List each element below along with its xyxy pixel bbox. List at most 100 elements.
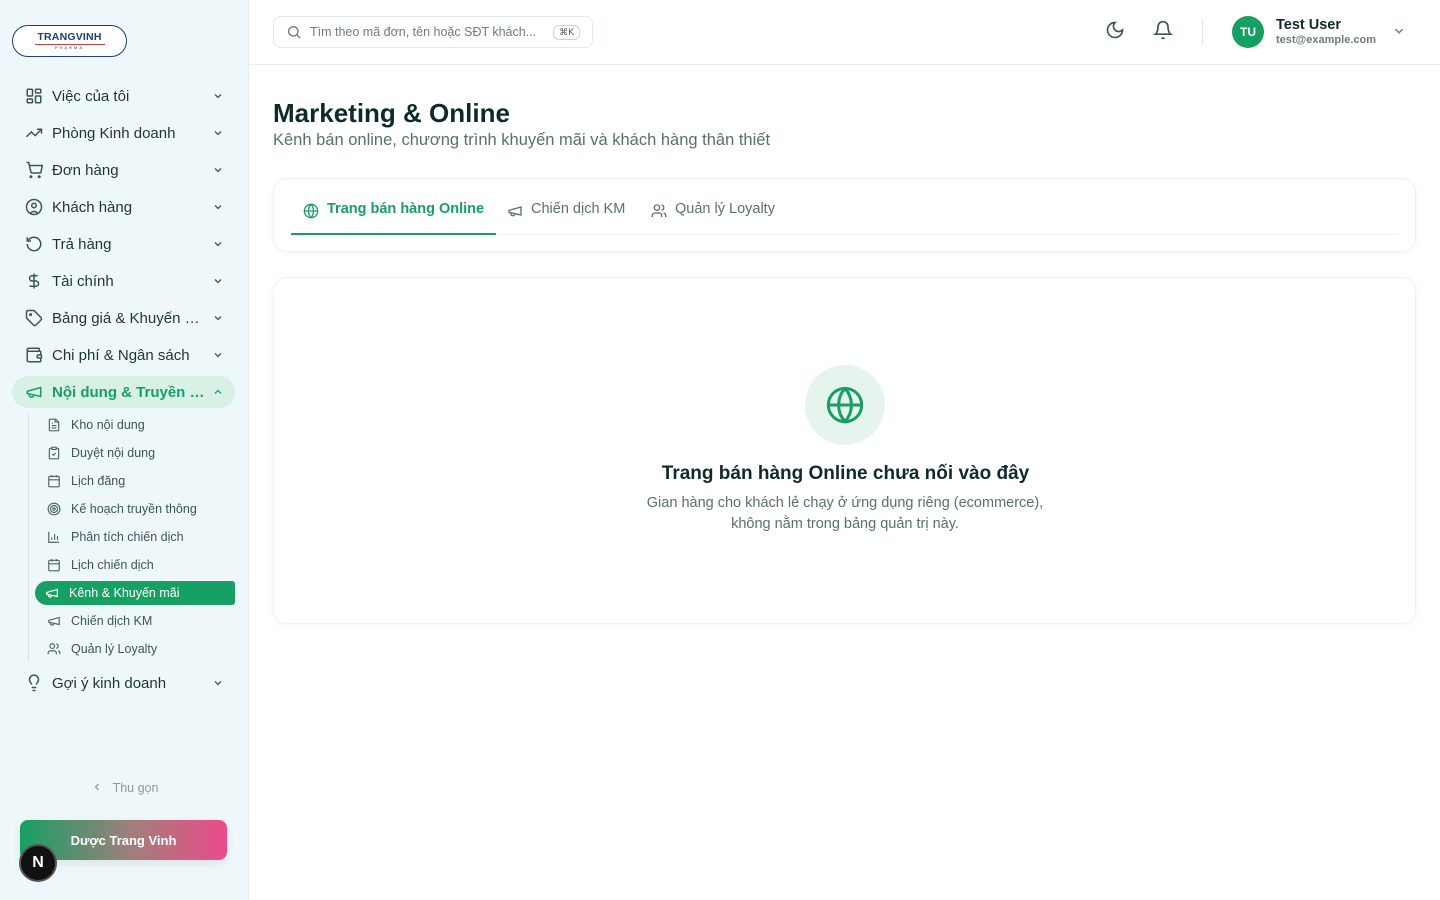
sidebar-item-don-hang[interactable]: Đơn hàng bbox=[12, 154, 235, 186]
sidebar-item-label: Phòng Kinh doanh bbox=[52, 124, 176, 142]
target-icon bbox=[47, 502, 61, 516]
megaphone-icon bbox=[507, 203, 523, 219]
sidebar-item-label: Nội dung & Truyền thông bbox=[52, 383, 205, 401]
sidebar-item-chi-phi[interactable]: Chi phí & Ngân sách bbox=[12, 339, 235, 371]
sidebar-item-label: Bảng giá & Khuyến mãi bbox=[52, 309, 205, 327]
file-text-icon bbox=[47, 418, 61, 432]
chevron-down-icon bbox=[211, 274, 225, 288]
grid-icon bbox=[24, 86, 44, 106]
notifications-button[interactable] bbox=[1151, 20, 1175, 44]
topbar: ⌘K TU Test User test@example.com bbox=[249, 0, 1440, 65]
sidebar-item-bang-gia[interactable]: Bảng giá & Khuyến mãi bbox=[12, 302, 235, 334]
user-circle-icon bbox=[24, 197, 44, 217]
tab-label: Chiến dịch KM bbox=[531, 201, 626, 217]
subnav-item-loyalty[interactable]: Quản lý Loyalty bbox=[37, 637, 235, 661]
users-icon bbox=[47, 642, 61, 656]
sidebar-subnav: Kho nội dung Duyệt nội dung Lịch đăng Kế… bbox=[28, 413, 235, 661]
subnav-item-label: Chiến dịch KM bbox=[71, 614, 153, 628]
megaphone-icon bbox=[47, 614, 61, 628]
sidebar-item-label: Khách hàng bbox=[52, 198, 133, 216]
tag-icon bbox=[24, 308, 44, 328]
search-box: ⌘K bbox=[273, 16, 593, 48]
search-icon bbox=[286, 24, 302, 40]
subnav-item-lich-dang[interactable]: Lịch đăng bbox=[37, 469, 235, 493]
sidebar-item-goi-y[interactable]: Gợi ý kinh doanh bbox=[12, 667, 235, 699]
tab-quan-ly-loyalty[interactable]: Quản lý Loyalty bbox=[639, 201, 787, 235]
sidebar-item-label: Chi phí & Ngân sách bbox=[52, 346, 190, 364]
subnav-item-label: Kênh & Khuyến mãi bbox=[69, 586, 180, 600]
chevron-up-icon bbox=[211, 385, 225, 399]
collapse-sidebar-button[interactable]: Thu gọn bbox=[0, 778, 249, 798]
megaphone-icon bbox=[45, 586, 59, 600]
dev-tools-badge[interactable]: N bbox=[19, 844, 57, 882]
empty-state-card: Trang bán hàng Online chưa nối vào đây G… bbox=[273, 277, 1416, 624]
sidebar-item-viec-cua-toi[interactable]: Việc của tôi bbox=[12, 80, 235, 112]
subnav-item-label: Lịch chiến dịch bbox=[71, 558, 154, 572]
globe-icon bbox=[303, 203, 319, 219]
chevron-down-icon bbox=[211, 311, 225, 325]
brand-logo-name: TRANGVINH bbox=[37, 31, 102, 43]
avatar[interactable]: TU bbox=[1232, 16, 1264, 48]
chevron-down-icon bbox=[211, 237, 225, 251]
sidebar-item-label: Gợi ý kinh doanh bbox=[52, 674, 167, 692]
page-title: Marketing & Online bbox=[273, 98, 510, 128]
bell-icon bbox=[1152, 20, 1174, 45]
empty-state-description: Gian hàng cho khách lẻ chạy ở ứng dụng r… bbox=[646, 495, 1044, 532]
lightbulb-icon bbox=[24, 673, 44, 693]
tab-chien-dich-km[interactable]: Chiến dịch KM bbox=[495, 201, 637, 235]
subnav-item-duyet-noi-dung[interactable]: Duyệt nội dung bbox=[37, 441, 235, 465]
sidebar-item-tai-chinh[interactable]: Tài chính bbox=[12, 265, 235, 297]
sidebar-item-label: Đơn hàng bbox=[52, 161, 119, 179]
tab-label: Quản lý Loyalty bbox=[675, 201, 775, 217]
calendar-icon bbox=[47, 474, 61, 488]
chevron-down-icon bbox=[211, 163, 225, 177]
tabs-card: Trang bán hàng Online Chiến dịch KM Quản… bbox=[273, 178, 1416, 252]
subnav-item-chien-dich-km[interactable]: Chiến dịch KM bbox=[37, 609, 235, 633]
rotate-ccw-icon bbox=[24, 234, 44, 254]
subnav-item-label: Lịch đăng bbox=[71, 474, 126, 488]
calendar-icon bbox=[47, 558, 61, 572]
search-input[interactable] bbox=[310, 25, 548, 39]
subnav-item-kho-noi-dung[interactable]: Kho nội dung bbox=[37, 413, 235, 437]
subnav-item-label: Duyệt nội dung bbox=[71, 446, 156, 460]
dollar-icon bbox=[24, 271, 44, 291]
sidebar-item-label: Trả hàng bbox=[52, 235, 112, 253]
sidebar-item-label: Tài chính bbox=[52, 272, 114, 290]
megaphone-icon bbox=[24, 382, 44, 402]
chevron-down-icon bbox=[211, 89, 225, 103]
sidebar-item-noi-dung[interactable]: Nội dung & Truyền thông bbox=[12, 376, 235, 408]
user-name[interactable]: Test User bbox=[1276, 17, 1341, 33]
moon-icon bbox=[1105, 20, 1125, 45]
tab-trang-ban-hang-online[interactable]: Trang bán hàng Online bbox=[291, 201, 497, 235]
subnav-item-label: Kho nội dung bbox=[71, 418, 145, 432]
collapse-label: Thu gọn bbox=[112, 781, 159, 795]
empty-state-title: Trang bán hàng Online chưa nối vào đây bbox=[661, 463, 1030, 484]
users-icon bbox=[651, 203, 667, 219]
user-email: test@example.com bbox=[1276, 34, 1376, 46]
sidebar: TRANGVINH PHARMA Việc của tôi Phòng Kinh… bbox=[0, 0, 249, 900]
sidebar-item-phong-kinh-doanh[interactable]: Phòng Kinh doanh bbox=[12, 117, 235, 149]
subnav-item-lich-chien-dich[interactable]: Lịch chiến dịch bbox=[37, 553, 235, 577]
subnav-item-label: Quản lý Loyalty bbox=[71, 642, 158, 656]
search-shortcut-badge: ⌘K bbox=[553, 25, 580, 40]
user-menu-chevron-down-icon[interactable] bbox=[1392, 24, 1408, 40]
subnav-item-ke-hoach[interactable]: Kế hoạch truyền thông bbox=[37, 497, 235, 521]
chevron-down-icon bbox=[211, 126, 225, 140]
brand-logo[interactable]: TRANGVINH PHARMA bbox=[12, 25, 127, 57]
chevron-down-icon bbox=[211, 676, 225, 690]
trending-up-icon bbox=[24, 123, 44, 143]
topbar-divider bbox=[1202, 19, 1203, 45]
bar-chart-icon bbox=[47, 530, 61, 544]
sidebar-item-khach-hang[interactable]: Khách hàng bbox=[12, 191, 235, 223]
subnav-item-kenh-khuyen-mai[interactable]: Kênh & Khuyến mãi bbox=[35, 581, 235, 605]
globe-icon bbox=[805, 365, 885, 445]
sidebar-item-tra-hang[interactable]: Trả hàng bbox=[12, 228, 235, 260]
chevron-down-icon bbox=[211, 200, 225, 214]
tab-label: Trang bán hàng Online bbox=[327, 201, 485, 217]
theme-toggle-button[interactable] bbox=[1103, 20, 1127, 44]
wallet-icon bbox=[24, 345, 44, 365]
subnav-item-phan-tich[interactable]: Phân tích chiến dịch bbox=[37, 525, 235, 549]
cart-icon bbox=[24, 160, 44, 180]
page-subtitle: Kênh bán online, chương trình khuyến mãi… bbox=[273, 131, 771, 149]
brand-logo-sub: PHARMA bbox=[54, 45, 85, 50]
